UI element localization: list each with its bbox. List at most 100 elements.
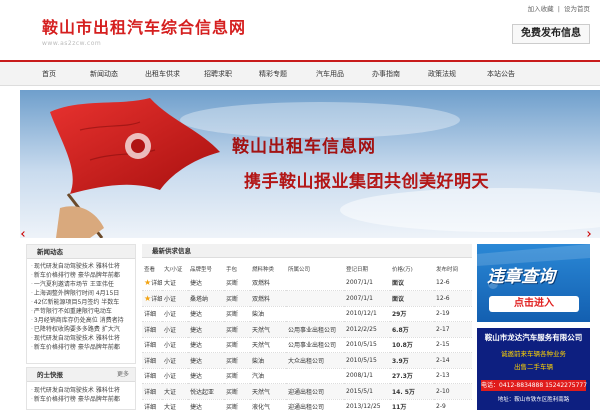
news-item[interactable]: 新车价格排行榜 豪华品牌年前都 (31, 343, 133, 352)
nav-policies[interactable]: 政策法规 (428, 62, 456, 86)
cell-text[interactable]: 详细 (144, 358, 156, 365)
cell-text[interactable]: 详细 (151, 296, 162, 303)
cell-text: 捷达 (190, 342, 203, 350)
cell-text[interactable]: 详细 (144, 389, 156, 396)
news-item[interactable]: 一汽夏利邀请市场节 王亚伟任 (31, 280, 133, 289)
cell-text: 10.8万 (392, 342, 413, 350)
table-row[interactable]: 详细 小证 捷达 买断 柴油 大众出租公司 2010/5/15 3.9万 2-14 (142, 352, 472, 369)
table-cell-company: 大众出租公司 (286, 352, 344, 369)
table-cell-view[interactable]: 详细 (142, 383, 162, 400)
nav-announcements[interactable]: 本站公告 (487, 62, 515, 86)
taxi-news-more-link[interactable]: 更多 (117, 368, 129, 382)
table-cell-posted: 12-6 (434, 290, 472, 307)
taxi-news-panel: 的士快报 更多 现代研发自动驾驶技术 雅科仕将 新车价格排行榜 豪华品牌年前都 (26, 367, 136, 410)
news-item[interactable]: 现代研发自动驾驶技术 雅科仕将 (31, 386, 133, 395)
cell-text[interactable]: 详细 (144, 373, 156, 380)
cell-text[interactable]: 详细 (151, 280, 162, 287)
table-cell-view[interactable]: 详细 (142, 352, 162, 369)
company-ad[interactable]: 鞍山市龙达汽车服务有限公司 诚邀前来车辆各种业务 出售二手车辆 电话：0412-… (477, 328, 590, 410)
col-header: 发布时间 (436, 266, 459, 273)
table-row[interactable]: ★详细 小证 桑塔纳 买断 双燃料 2007/1/1 面议 12-6 (142, 290, 472, 307)
news-item[interactable]: 上海调整外牌限行时间 4月15日 (31, 289, 133, 298)
news-item[interactable]: 现代研发自动驾驶技术 雅科仕将 (31, 334, 133, 343)
set-homepage-link[interactable]: 设为首页 (564, 5, 590, 13)
table-cell-price: 面议 (390, 275, 434, 291)
cell-text[interactable]: 详细 (144, 404, 156, 410)
cell-text[interactable]: 详细 (144, 327, 156, 334)
cell-text: 柴油 (252, 357, 265, 365)
table-cell-fuel: 柴油 (250, 352, 286, 369)
table-cell-view[interactable]: ★详细 (142, 275, 162, 291)
table-cell-price: 6.8万 (390, 321, 434, 338)
table-cell-size: 大证 (162, 275, 188, 291)
table-cell-view[interactable]: 详细 (142, 368, 162, 384)
table-cell-date: 2007/1/1 (344, 290, 390, 307)
cell-text: 12-6 (436, 279, 450, 286)
cell-text: 捷达 (190, 280, 203, 287)
cell-text: 天然气 (252, 326, 271, 334)
cell-text[interactable]: 详细 (144, 342, 156, 349)
table-cell-brand: 捷达 (188, 399, 224, 410)
news-item[interactable]: 严苛限行不如重建限行电动车 (31, 307, 133, 316)
cell-text: 公用事业出租公司 (288, 326, 337, 334)
table-cell-view[interactable]: 详细 (142, 337, 162, 353)
news-item[interactable]: 已降特权收购要多多路费 扩大汽 (31, 325, 133, 334)
cell-text: 小证 (164, 311, 177, 319)
add-favorite-link[interactable]: 加入收藏 (528, 5, 554, 13)
table-cell-view[interactable]: 详细 (142, 321, 162, 338)
ad-company-name: 鞍山市龙达汽车服务有限公司 (484, 333, 583, 342)
news-item[interactable]: 新车价格排行榜 豪华品牌年前都 (31, 395, 133, 404)
table-row[interactable]: 详细 小证 捷达 买断 天然气 公用事业出租公司 2010/5/15 10.8万 2-15 (142, 337, 472, 353)
cell-text: 买断 (226, 326, 239, 334)
nav-taxi-trade[interactable]: 出租车供求 (145, 62, 180, 86)
banner-title: 鞍山出租车信息网 (232, 137, 376, 157)
banner[interactable]: 鞍山出租车信息网 携手鞍山报业集团共创美好明天 (20, 90, 600, 238)
table-cell-view[interactable]: 详细 (142, 399, 162, 410)
table-cell-company (286, 290, 344, 307)
news-item[interactable]: 现代研发自动驾驶技术 雅科仕将 (31, 262, 133, 271)
news-item[interactable]: 42亿新能源项目5月签约 半数车 (31, 298, 133, 307)
table-cell-brand: 捷达 (188, 352, 224, 369)
taxi-news-heading: 的士快报 更多 (27, 368, 135, 382)
violation-query-title: 违章查询 (487, 267, 555, 287)
table-cell-posted: 2-9 (434, 399, 472, 410)
nav-home[interactable]: 首页 (42, 62, 56, 86)
table-cell-posted: 2-17 (434, 321, 472, 338)
top-links-separator: | (557, 5, 560, 13)
news-item[interactable]: 3月经销商库存仍处高位 消费者持 (31, 316, 133, 325)
nav-news[interactable]: 新闻动态 (90, 62, 118, 86)
col-header: 大/小证 (164, 266, 183, 273)
table-row[interactable]: 详细 大证 捷达 买断 液化气 迎通出租公司 2013/12/25 11万 2-9 (142, 399, 472, 410)
violation-query-button[interactable]: 点击进入 (489, 296, 579, 312)
table-cell-fuel: 天然气 (250, 337, 286, 353)
table-cell-fuel: 汽油 (250, 368, 286, 384)
cell-text: 2-17 (436, 325, 450, 333)
violation-query-ad[interactable]: 违章查询 点击进入 (477, 244, 590, 322)
table-cell-price: 11万 (390, 399, 434, 410)
table-cell-company (286, 306, 344, 322)
table-cell-view[interactable]: ★详细 (142, 290, 162, 307)
table-cell-size: 大证 (162, 399, 188, 410)
nav-features[interactable]: 精彩专题 (259, 62, 287, 86)
table-row[interactable]: 详细 大证 悦达起亚 买断 天然气 迎通出租公司 2015/5/1 14. 5万 2-10 (142, 383, 472, 400)
free-post-button[interactable]: 免费发布信息 (512, 24, 590, 44)
table-row[interactable]: 详细 小证 捷达 买断 天然气 公用事业出租公司 2012/2/25 6.8万 2-17 (142, 321, 472, 338)
table-cell-fuel: 双燃料 (250, 275, 286, 291)
table-row[interactable]: ★详细 大证 捷达 买断 双燃料 2007/1/1 面议 12-6 (142, 275, 472, 291)
table-cell-bag: 买断 (224, 290, 250, 307)
listings-heading: 最新供求信息 (142, 244, 472, 258)
cell-text: 2008/1/1 (346, 372, 373, 380)
table-row[interactable]: 详细 小证 捷达 买断 柴油 2010/12/1 29万 2-19 (142, 306, 472, 322)
table-cell-posted: 2-15 (434, 337, 472, 353)
cell-text: 买断 (226, 357, 239, 365)
nav-jobs[interactable]: 招聘求职 (204, 62, 232, 86)
cell-text[interactable]: 详细 (144, 311, 156, 318)
nav-guide[interactable]: 办事指南 (372, 62, 400, 86)
table-row[interactable]: 详细 小证 捷达 买断 汽油 2008/1/1 27.3万 2-13 (142, 368, 472, 384)
table-cell-view[interactable]: 详细 (142, 306, 162, 322)
news-item[interactable]: 新车价格排行榜 豪华品牌年前都 (31, 271, 133, 280)
listings-panel: 最新供求信息 查看 大/小证 品牌型号 手包 燃料种类 所属公司 登记日期 价格… (142, 244, 472, 410)
site-title[interactable]: 鞍山市出租汽车综合信息网 (42, 14, 246, 38)
table-cell-size: 小证 (162, 368, 188, 384)
nav-car-supplies[interactable]: 汽车用品 (316, 62, 344, 86)
